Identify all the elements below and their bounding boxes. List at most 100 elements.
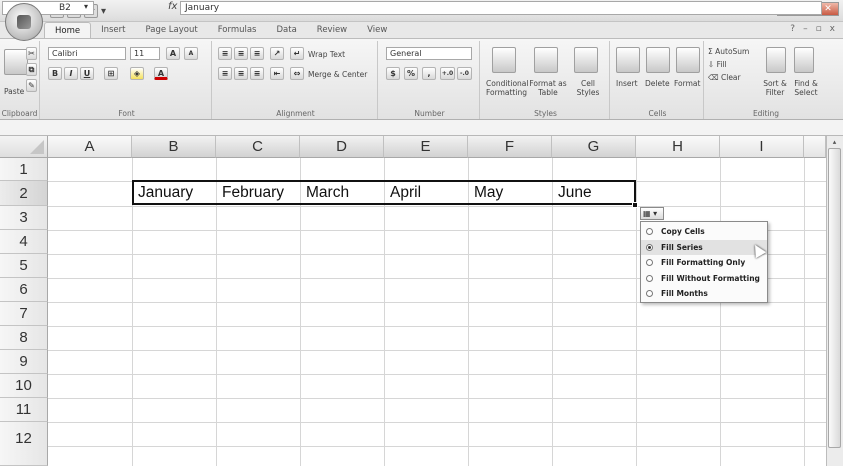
row-header-9[interactable]: 9	[0, 350, 48, 374]
format-as-table-icon[interactable]	[534, 47, 558, 73]
sort-filter-label[interactable]: Sort & Filter	[760, 79, 790, 97]
tab-formulas[interactable]: Formulas	[208, 22, 267, 38]
decrease-indent-icon[interactable]: ⇤	[270, 67, 284, 80]
decrease-decimal-button[interactable]: -.0	[457, 67, 472, 80]
column-header-c[interactable]: C	[216, 136, 300, 158]
auto-fill-option-fill-without-formatting[interactable]: Fill Without Formatting	[641, 271, 767, 287]
sort-filter-icon[interactable]	[766, 47, 786, 73]
grow-font-icon[interactable]: A	[166, 47, 180, 60]
ribbon-restore-button[interactable]: ▫	[816, 24, 822, 34]
wrap-text-icon[interactable]: ↵	[290, 47, 304, 60]
format-cells-icon[interactable]	[676, 47, 700, 73]
column-header-d[interactable]: D	[300, 136, 384, 158]
insert-cells-icon[interactable]	[616, 47, 640, 73]
autosum-button[interactable]: Σ AutoSum	[708, 47, 749, 56]
align-bottom-icon[interactable]: ≡	[250, 47, 264, 60]
office-button[interactable]	[5, 3, 43, 41]
radio-button[interactable]	[646, 228, 653, 235]
font-name-select[interactable]: Calibri	[48, 47, 126, 60]
scroll-up-icon[interactable]: ▴	[828, 138, 841, 147]
column-header-b[interactable]: B	[132, 136, 216, 158]
fill-color-icon[interactable]: ◈	[130, 67, 144, 80]
row-header-3[interactable]: 3	[0, 206, 48, 230]
find-select-icon[interactable]	[794, 47, 814, 73]
bold-button[interactable]: B	[48, 67, 62, 80]
merge-center-icon[interactable]: ⇔	[290, 67, 304, 80]
auto-fill-option-fill-series[interactable]: Fill Series	[641, 239, 767, 256]
column-header-h[interactable]: H	[636, 136, 720, 158]
tab-home[interactable]: Home	[44, 22, 92, 38]
column-header-g[interactable]: G	[552, 136, 636, 158]
format-painter-icon[interactable]: ✎	[26, 79, 37, 92]
number-format-select[interactable]: General	[386, 47, 472, 60]
radio-button[interactable]	[646, 274, 653, 282]
italic-button[interactable]: I	[64, 67, 78, 80]
fill-button[interactable]: ⇩ Fill	[708, 60, 727, 69]
delete-label[interactable]: Delete	[645, 79, 670, 88]
cell-styles-icon[interactable]	[574, 47, 598, 73]
wrap-text-label[interactable]: Wrap Text	[308, 50, 345, 59]
ribbon-close-button[interactable]: x	[830, 24, 835, 34]
format-as-table-label[interactable]: Format as Table	[528, 79, 568, 97]
increase-decimal-button[interactable]: +.0	[440, 67, 455, 80]
row-header-11[interactable]: 11	[0, 398, 48, 422]
row-header-10[interactable]: 10	[0, 374, 48, 398]
font-size-select[interactable]: 11	[130, 47, 160, 60]
align-middle-icon[interactable]: ≡	[234, 47, 248, 60]
radio-button-selected[interactable]	[646, 243, 653, 251]
help-icon[interactable]: ?	[790, 24, 795, 34]
insert-label[interactable]: Insert	[616, 79, 638, 88]
scrollbar-thumb[interactable]	[828, 148, 841, 448]
align-top-icon[interactable]: ≡	[218, 47, 232, 60]
align-left-icon[interactable]: ≡	[218, 67, 232, 80]
merge-center-label[interactable]: Merge & Center	[308, 70, 367, 79]
column-header-i[interactable]: I	[720, 136, 804, 158]
tab-page-layout[interactable]: Page Layout	[136, 22, 208, 38]
align-center-icon[interactable]: ≡	[234, 67, 248, 80]
row-header-12[interactable]: 12	[0, 422, 48, 466]
font-color-icon[interactable]: A	[154, 67, 168, 80]
auto-fill-option-copy-cells[interactable]: Copy Cells	[641, 224, 767, 240]
percent-button[interactable]: %	[404, 67, 418, 80]
clear-button[interactable]: ⌫ Clear	[708, 73, 741, 82]
align-right-icon[interactable]: ≡	[250, 67, 264, 80]
row-header-4[interactable]: 4	[0, 230, 48, 254]
tab-insert[interactable]: Insert	[91, 22, 135, 38]
fill-handle[interactable]	[632, 202, 638, 208]
currency-button[interactable]: $	[386, 67, 400, 80]
formula-input[interactable]: January	[180, 1, 822, 15]
auto-fill-options-button[interactable]: ▦ ▾	[640, 207, 664, 220]
paste-icon[interactable]	[4, 49, 28, 75]
tab-review[interactable]: Review	[307, 22, 357, 38]
tab-data[interactable]: Data	[267, 22, 307, 38]
borders-icon[interactable]: ⊞	[104, 67, 118, 80]
column-header-e[interactable]: E	[384, 136, 468, 158]
ribbon-minimize-button[interactable]: –	[803, 24, 808, 34]
cut-icon[interactable]: ✂	[26, 47, 37, 60]
format-label[interactable]: Format	[674, 79, 700, 88]
radio-button[interactable]	[646, 259, 653, 267]
cell-styles-label[interactable]: Cell Styles	[570, 79, 606, 97]
row-header-1[interactable]: 1	[0, 158, 48, 181]
orientation-icon[interactable]: ↗	[270, 47, 284, 60]
shrink-font-icon[interactable]: A	[184, 47, 198, 60]
conditional-formatting-label[interactable]: Conditional Formatting	[486, 79, 528, 97]
row-header-2[interactable]: 2	[0, 181, 48, 206]
comma-button[interactable]: ,	[422, 67, 436, 80]
select-all-corner[interactable]	[0, 136, 48, 158]
row-header-5[interactable]: 5	[0, 254, 48, 278]
radio-button[interactable]	[646, 290, 653, 298]
row-header-6[interactable]: 6	[0, 278, 48, 302]
name-box-dropdown-icon[interactable]: ▾	[84, 2, 88, 11]
auto-fill-option-fill-months[interactable]: Fill Months	[641, 286, 767, 302]
underline-button[interactable]: U	[80, 67, 94, 80]
row-header-7[interactable]: 7	[0, 302, 48, 326]
tab-view[interactable]: View	[357, 22, 397, 38]
copy-icon[interactable]: ⧉	[26, 63, 37, 76]
auto-fill-option-fill-formatting-only[interactable]: Fill Formatting Only	[641, 255, 767, 271]
column-header-f[interactable]: F	[468, 136, 552, 158]
find-select-label[interactable]: Find & Select	[790, 79, 822, 97]
delete-cells-icon[interactable]	[646, 47, 670, 73]
row-header-8[interactable]: 8	[0, 326, 48, 350]
column-header-a[interactable]: A	[48, 136, 132, 158]
